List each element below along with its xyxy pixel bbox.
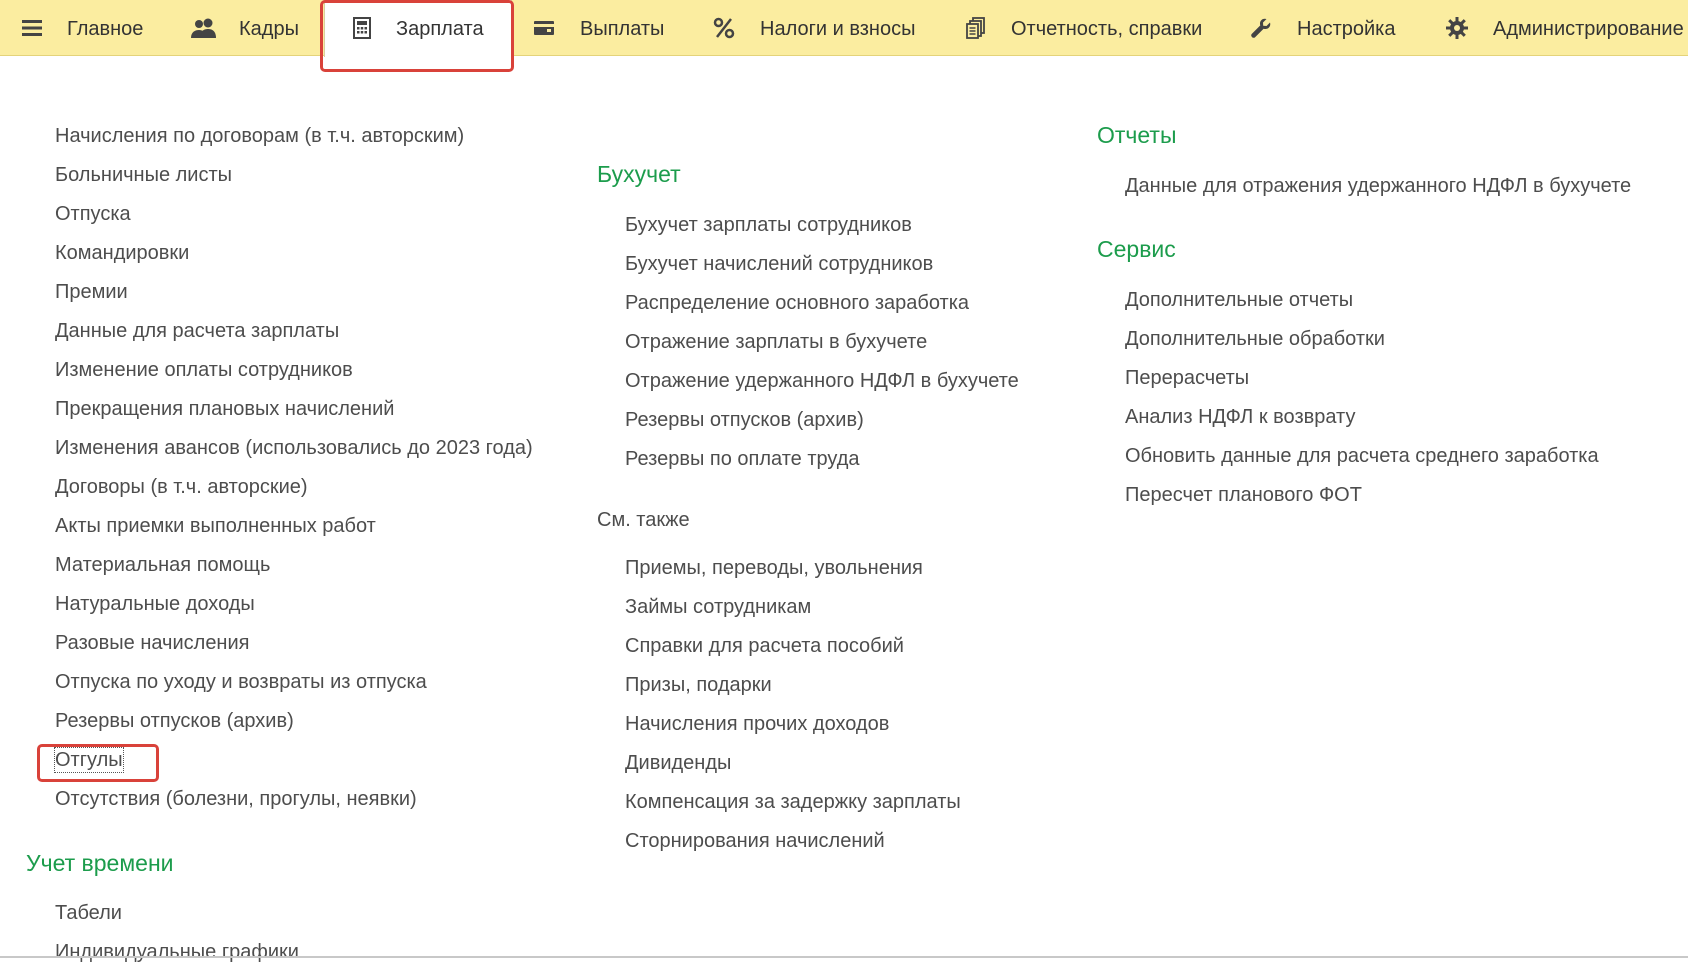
- col1-item[interactable]: Разовые начисления: [55, 631, 249, 655]
- col1-item[interactable]: Материальная помощь: [55, 553, 270, 577]
- col2-item[interactable]: Отражение удержанного НДФЛ в бухучете: [625, 369, 1019, 393]
- section-title-time-tracking: Учет времени: [26, 850, 174, 876]
- col2-see-also-item[interactable]: Сторнирования начислений: [625, 829, 885, 853]
- col1-item[interactable]: Данные для расчета зарплаты: [55, 319, 339, 343]
- col2-see-also-item[interactable]: Справки для расчета пособий: [625, 634, 904, 658]
- nav-label-admin: Администрирование: [1493, 18, 1684, 40]
- col1-time-item[interactable]: Табели: [55, 901, 122, 925]
- col1-item[interactable]: Резервы отпусков (архив): [55, 709, 294, 733]
- section-title-accounting: Бухучет: [597, 161, 681, 187]
- percent-icon: [712, 16, 736, 40]
- nav-label-salary: Зарплата: [396, 18, 484, 40]
- nav-label-reports: Отчетность, справки: [1011, 18, 1203, 40]
- col1-item[interactable]: Отсутствия (болезни, прогулы, неявки): [55, 787, 417, 811]
- subheading-see-also: См. также: [597, 509, 690, 531]
- col2-item[interactable]: Отражение зарплаты в бухучете: [625, 330, 927, 354]
- top-navigation-bar: Главное Кадры Зарплата Выплаты Налоги и …: [0, 0, 1688, 57]
- col1-item[interactable]: Акты приемки выполненных работ: [55, 514, 376, 538]
- col2-item[interactable]: Бухучет начислений сотрудников: [625, 252, 933, 276]
- col2-see-also-item[interactable]: Начисления прочих доходов: [625, 712, 889, 736]
- col2-see-also-item[interactable]: Компенсация за задержку зарплаты: [625, 790, 961, 814]
- col1-item[interactable]: Изменения авансов (использовались до 202…: [55, 436, 533, 460]
- col1-item[interactable]: Премии: [55, 280, 128, 304]
- section-title-service: Сервис: [1097, 236, 1176, 262]
- section-title-reports: Отчеты: [1097, 122, 1177, 148]
- col1-item-time-off[interactable]: Отгулы: [54, 747, 124, 773]
- col1-item[interactable]: Отпуска: [55, 202, 131, 226]
- nav-label-staff: Кадры: [239, 18, 299, 40]
- col1-item[interactable]: Командировки: [55, 241, 189, 265]
- hamburger-icon[interactable]: [20, 16, 44, 40]
- col2-item[interactable]: Резервы отпусков (архив): [625, 408, 864, 432]
- col3-service-item[interactable]: Пересчет планового ФОТ: [1125, 483, 1362, 507]
- col3-service-item[interactable]: Дополнительные отчеты: [1125, 288, 1353, 312]
- wrench-icon: [1249, 16, 1273, 40]
- col1-item[interactable]: Договоры (в т.ч. авторские): [55, 475, 308, 499]
- col2-see-also-item[interactable]: Призы, подарки: [625, 673, 772, 697]
- col1-item[interactable]: Начисления по договорам (в т.ч. авторски…: [55, 124, 464, 148]
- nav-item-main[interactable]: Главное: [0, 0, 160, 56]
- nav-item-reports[interactable]: Отчетность, справки: [960, 0, 1222, 56]
- col1-item[interactable]: Натуральные доходы: [55, 592, 255, 616]
- col2-item[interactable]: Распределение основного заработка: [625, 291, 969, 315]
- col2-item[interactable]: Бухучет зарплаты сотрудников: [625, 213, 912, 237]
- col1-item[interactable]: Больничные листы: [55, 163, 232, 187]
- col3-service-item[interactable]: Дополнительные обработки: [1125, 327, 1385, 351]
- col1-item[interactable]: Прекращения плановых начислений: [55, 397, 394, 421]
- col1-time-item[interactable]: Индивидуальные графики: [55, 940, 299, 964]
- col1-item[interactable]: Отпуска по уходу и возвраты из отпуска: [55, 670, 427, 694]
- nav-item-payments[interactable]: Выплаты: [520, 0, 690, 56]
- gear-icon: [1445, 16, 1469, 40]
- calculator-icon: [350, 16, 374, 40]
- col2-item[interactable]: Резервы по оплате труда: [625, 447, 860, 471]
- nav-label-payments: Выплаты: [580, 18, 665, 40]
- nav-label-taxes: Налоги и взносы: [760, 18, 916, 40]
- nav-label-main: Главное: [67, 18, 144, 40]
- nav-item-settings[interactable]: Настройка: [1245, 0, 1405, 56]
- col2-see-also-item[interactable]: Займы сотрудникам: [625, 595, 811, 619]
- col3-service-item[interactable]: Анализ НДФЛ к возврату: [1125, 405, 1355, 429]
- documents-icon: [964, 16, 988, 40]
- wallet-icon: [532, 16, 556, 40]
- users-icon: [190, 16, 218, 40]
- col1-item[interactable]: Изменение оплаты сотрудников: [55, 358, 353, 382]
- nav-item-admin[interactable]: Администрирование: [1445, 0, 1688, 56]
- col2-see-also-item[interactable]: Приемы, переводы, увольнения: [625, 556, 923, 580]
- col3-service-item[interactable]: Перерасчеты: [1125, 366, 1249, 390]
- col2-see-also-item[interactable]: Дивиденды: [625, 751, 731, 775]
- nav-label-settings: Настройка: [1297, 18, 1396, 40]
- nav-item-salary[interactable]: Зарплата: [324, 0, 512, 57]
- col3-service-item[interactable]: Обновить данные для расчета среднего зар…: [1125, 444, 1599, 468]
- col3-report-item[interactable]: Данные для отражения удержанного НДФЛ в …: [1125, 174, 1631, 198]
- nav-item-taxes[interactable]: Налоги и взносы: [700, 0, 930, 56]
- nav-item-staff[interactable]: Кадры: [176, 0, 316, 56]
